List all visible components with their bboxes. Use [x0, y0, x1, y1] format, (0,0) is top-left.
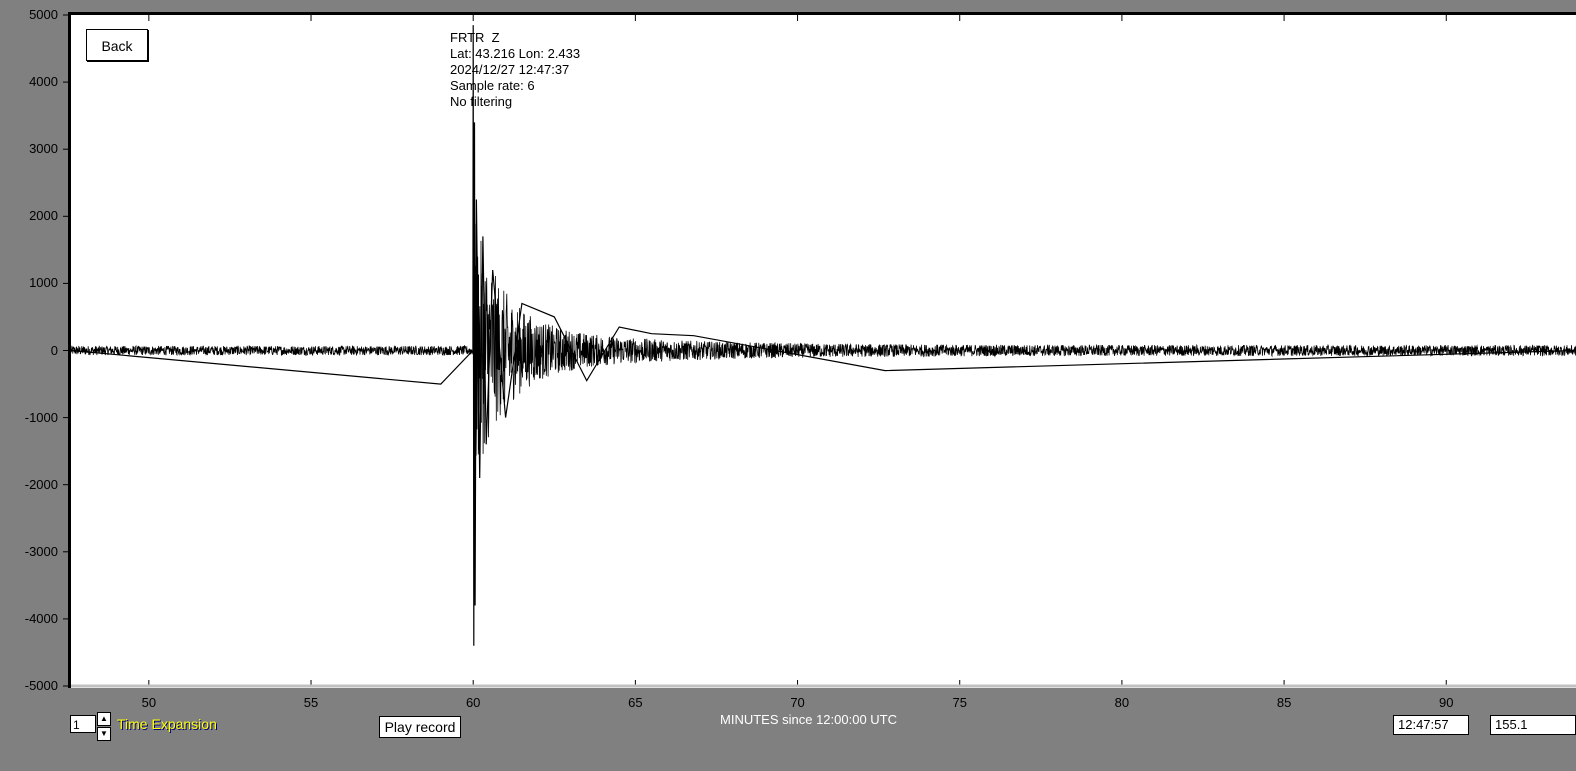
filter-status: No filtering [450, 94, 513, 109]
x-tick-label: 90 [1439, 695, 1454, 710]
sample-rate: Sample rate: 6 [450, 78, 535, 93]
seismogram-trace [70, 223, 1576, 456]
x-axis-label: MINUTES since 12:00:00 UTC [720, 712, 898, 727]
x-tick-label: 60 [465, 695, 481, 710]
x-tick-label: 65 [628, 695, 643, 710]
y-tick-label: -3000 [24, 543, 58, 559]
station-name: FRTR Z [450, 30, 500, 45]
spin-down-icon[interactable]: ▼ [97, 727, 111, 741]
y-tick-label: 1000 [29, 275, 58, 291]
x-tick-label: 55 [303, 695, 319, 710]
time-expansion-input[interactable]: 1 [70, 715, 96, 733]
x-tick-label: 75 [952, 695, 967, 710]
time-readout-field[interactable]: 12:47:57 [1393, 715, 1469, 735]
x-tick-label: 50 [141, 695, 157, 710]
station-location: Lat: 43.216 Lon: 2.433 [450, 46, 581, 61]
y-tick-label: -4000 [24, 610, 58, 626]
y-tick-label: 4000 [29, 74, 58, 90]
seismogram-chart [63, 14, 1576, 688]
x-tick-label: 85 [1276, 695, 1292, 710]
record-datetime: 2024/12/27 12:47:37 [450, 62, 570, 77]
y-tick-label: -1000 [24, 409, 58, 425]
y-tick-label: 5000 [29, 7, 58, 22]
x-tick-label: 70 [790, 695, 805, 710]
y-tick-label: 0 [50, 342, 58, 358]
spin-up-icon[interactable]: ▲ [97, 712, 111, 726]
y-tick-label: -2000 [24, 476, 58, 492]
y-tick-label: 2000 [29, 208, 58, 224]
seismogram-peaks [70, 25, 1576, 646]
time-expansion-label: Time Expansion [117, 716, 217, 732]
station-info: FRTR Z Lat: 43.216 Lon: 2.433 2024/12/27… [450, 30, 580, 110]
value-readout-field[interactable]: 155.1 [1490, 715, 1576, 735]
x-tick-label: 80 [1114, 695, 1130, 710]
y-tick-label: 3000 [29, 141, 58, 157]
back-button[interactable]: Back [86, 29, 148, 61]
play-record-button[interactable]: Play record [379, 716, 461, 738]
y-tick-label: -5000 [24, 678, 58, 693]
